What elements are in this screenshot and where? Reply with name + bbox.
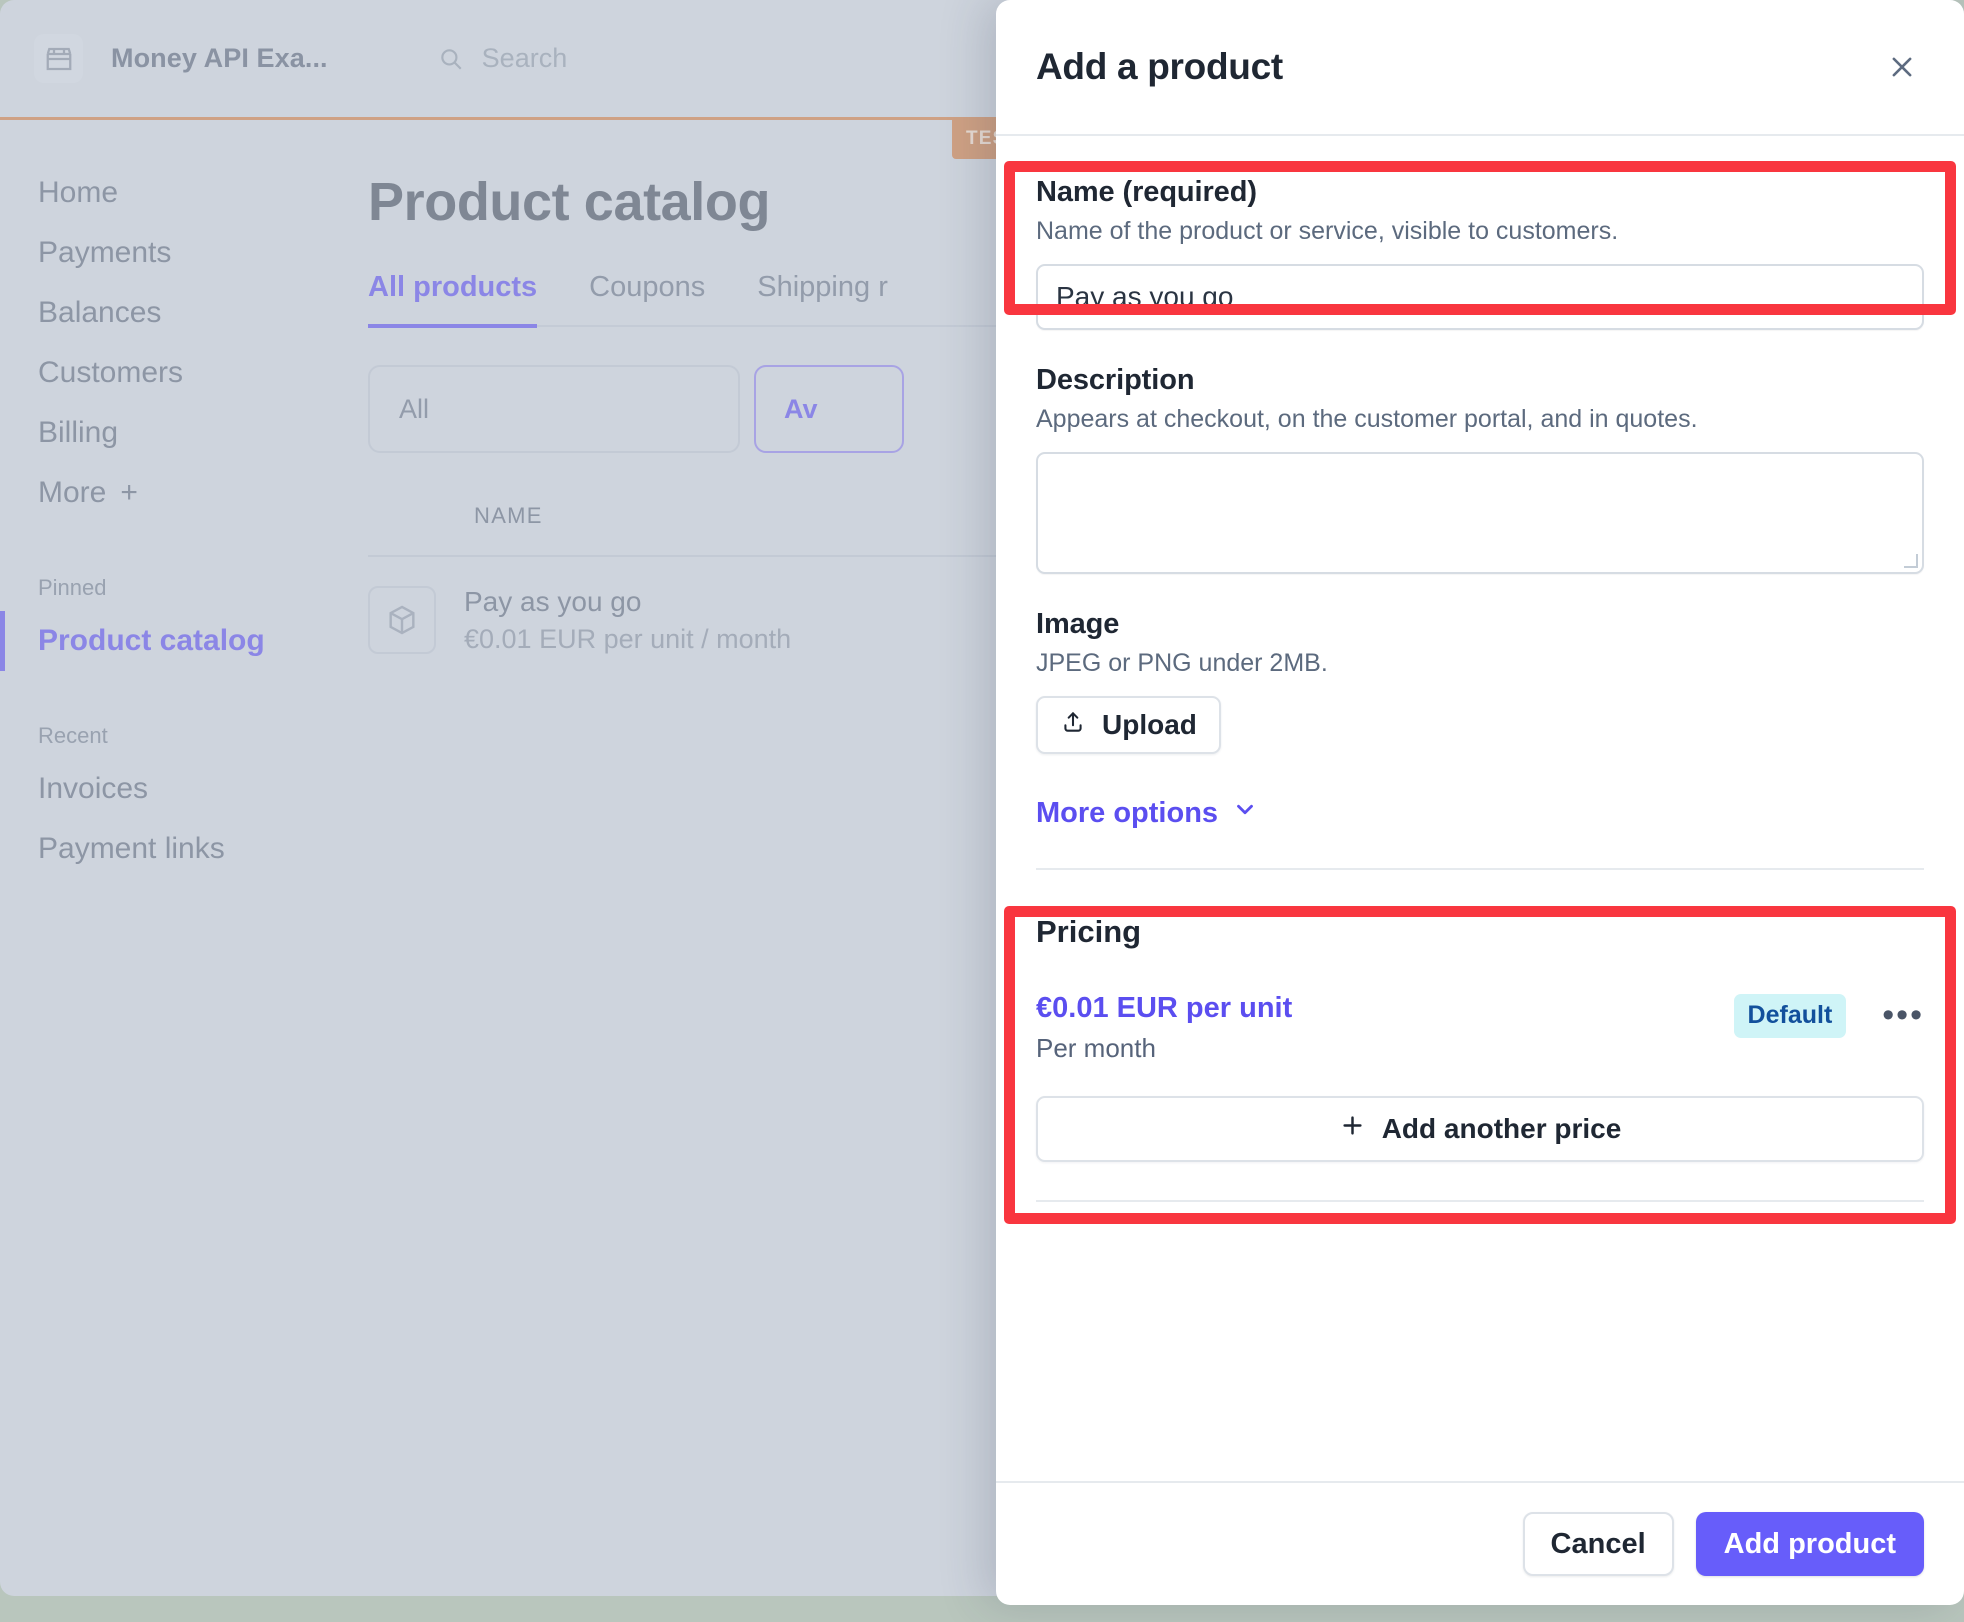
sidebar-item-billing[interactable]: Billing (0, 403, 330, 463)
pricing-title: Pricing (1036, 914, 1924, 950)
add-another-price-label: Add another price (1382, 1113, 1622, 1145)
upload-button-label: Upload (1102, 709, 1197, 741)
sidebar-heading-recent: Recent (0, 671, 330, 759)
more-options-toggle[interactable]: More options (1036, 796, 1258, 830)
description-field-group: Description Appears at checkout, on the … (1036, 364, 1924, 574)
sidebar-item-label: Balances (38, 296, 161, 330)
sidebar-item-label: Customers (38, 356, 183, 390)
description-textarea[interactable] (1036, 452, 1924, 574)
modal-title: Add a product (1036, 46, 1283, 88)
section-divider-bottom (1036, 1200, 1924, 1202)
storefront-icon (34, 34, 83, 83)
more-options-label: More options (1036, 797, 1218, 830)
brand-name[interactable]: Money API Exa... (111, 43, 328, 74)
sidebar-item-label: More (38, 476, 106, 510)
add-product-modal: Add a product Name (required) Name of th… (996, 0, 1964, 1605)
plus-icon: + (120, 476, 138, 510)
modal-footer: Cancel Add product (996, 1481, 1964, 1605)
sidebar-item-label: Payment links (38, 832, 225, 866)
table-cell-name: Pay as you go (464, 583, 791, 621)
description-field-label: Description (1036, 364, 1924, 397)
sidebar-heading-pinned: Pinned (0, 523, 330, 611)
sidebar: Home Payments Balances Customers Billing… (0, 121, 330, 1596)
tab-shipping-rates[interactable]: Shipping r (757, 271, 888, 325)
price-row-actions: Default ••• (1734, 992, 1924, 1038)
name-field-hint: Name of the product or service, visible … (1036, 217, 1924, 246)
sidebar-item-payment-links[interactable]: Payment links (0, 819, 330, 879)
cancel-button[interactable]: Cancel (1523, 1512, 1674, 1576)
name-field-label: Name (required) (1036, 176, 1924, 209)
upload-button[interactable]: Upload (1036, 696, 1221, 754)
sidebar-item-product-catalog[interactable]: Product catalog (0, 611, 330, 671)
pricing-section: Pricing €0.01 EUR per unit Per month Def… (1036, 914, 1924, 1162)
section-divider-top (1036, 868, 1924, 870)
add-another-price-button[interactable]: Add another price (1036, 1096, 1924, 1162)
tab-coupons[interactable]: Coupons (589, 271, 705, 325)
sidebar-item-invoices[interactable]: Invoices (0, 759, 330, 819)
modal-body: Name (required) Name of the product or s… (996, 136, 1964, 1481)
status-badge: Default (1734, 994, 1847, 1038)
upload-icon (1060, 709, 1086, 742)
price-amount[interactable]: €0.01 EUR per unit (1036, 992, 1292, 1025)
chevron-down-icon (1232, 796, 1258, 830)
sidebar-item-customers[interactable]: Customers (0, 343, 330, 403)
screen: Money API Exa... Search TEST Home Paymen… (0, 0, 1964, 1622)
price-row: €0.01 EUR per unit Per month Default ••• (1036, 992, 1924, 1064)
sidebar-item-label: Payments (38, 236, 171, 270)
sidebar-item-home[interactable]: Home (0, 163, 330, 223)
table-cell-price: €0.01 EUR per unit / month (464, 621, 791, 657)
search-icon (438, 46, 464, 72)
name-field-group: Name (required) Name of the product or s… (1036, 176, 1924, 330)
image-field-group: Image JPEG or PNG under 2MB. Upload (1036, 608, 1924, 754)
modal-header: Add a product (996, 0, 1964, 136)
search-placeholder: Search (482, 43, 568, 74)
ellipsis-icon[interactable]: ••• (1882, 1009, 1924, 1023)
name-input[interactable]: Pay as you go (1036, 264, 1924, 330)
sidebar-item-more[interactable]: More + (0, 463, 330, 523)
sidebar-item-balances[interactable]: Balances (0, 283, 330, 343)
add-product-button[interactable]: Add product (1696, 1512, 1924, 1576)
sidebar-item-label: Billing (38, 416, 118, 450)
description-field-hint: Appears at checkout, on the customer por… (1036, 405, 1924, 434)
search-input[interactable]: Search (438, 43, 568, 74)
filter-pill-available[interactable]: Av (754, 365, 904, 453)
sidebar-item-payments[interactable]: Payments (0, 223, 330, 283)
image-field-label: Image (1036, 608, 1924, 641)
plus-icon (1339, 1112, 1366, 1146)
image-field-hint: JPEG or PNG under 2MB. (1036, 649, 1924, 678)
close-icon[interactable] (1880, 45, 1924, 89)
price-interval: Per month (1036, 1033, 1292, 1064)
sidebar-item-label: Product catalog (38, 624, 265, 658)
package-icon (368, 586, 436, 654)
sidebar-item-label: Home (38, 176, 118, 210)
tab-all-products[interactable]: All products (368, 271, 537, 328)
sidebar-item-label: Invoices (38, 772, 148, 806)
filter-select-all[interactable]: All (368, 365, 740, 453)
